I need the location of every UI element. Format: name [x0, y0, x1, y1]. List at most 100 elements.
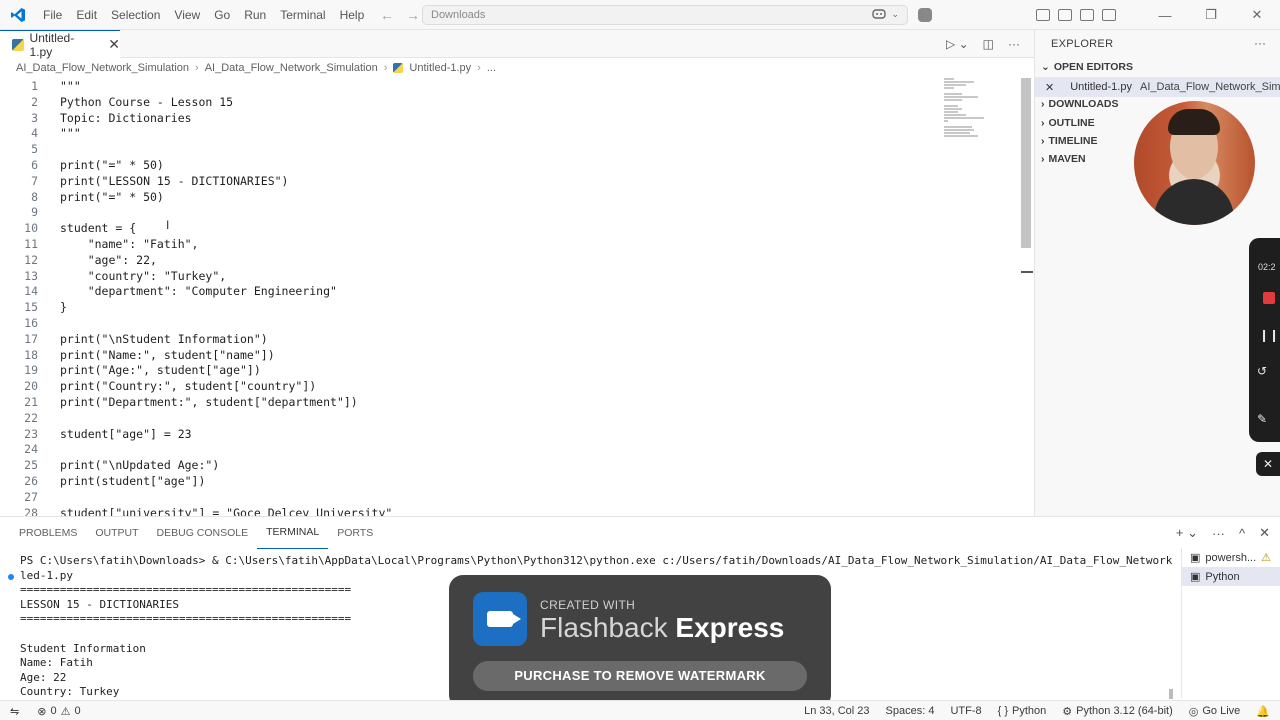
code-editor[interactable]: 1 """ 2 Python Course - Lesson 15 3 Topic: Di…: [0, 78, 1034, 516]
code-line[interactable]: 25 print("\nUpdated Age:"): [0, 457, 940, 473]
line-number: 27: [24, 489, 38, 504]
menu-terminal[interactable]: Terminal: [273, 0, 332, 30]
code-line[interactable]: 18 print("Name:", student["name"]): [0, 347, 940, 363]
go-live-button[interactable]: ◎ Go Live: [1189, 705, 1241, 718]
more-actions-icon[interactable]: ···: [1212, 526, 1225, 541]
menu-edit[interactable]: Edit: [69, 0, 104, 30]
tab-output[interactable]: OUTPUT: [86, 517, 147, 549]
split-editor-icon[interactable]: ◫: [983, 37, 994, 51]
line-number: 12: [24, 252, 38, 267]
code-line[interactable]: 21 print("Department:", student["departme…: [0, 394, 940, 410]
video-camera-icon: [473, 592, 527, 646]
menu-run[interactable]: Run: [237, 0, 273, 30]
cursor-position[interactable]: Ln 33, Col 23: [804, 705, 869, 717]
code-line[interactable]: 6 print("=" * 50): [0, 157, 940, 173]
back-arrow-icon[interactable]: ←: [380, 7, 394, 23]
pause-icon[interactable]: ❙❙: [1259, 328, 1279, 342]
chevron-down-icon[interactable]: ⌄: [891, 9, 899, 20]
code-line[interactable]: 16: [0, 315, 940, 331]
close-panel-icon[interactable]: ✕: [1259, 525, 1270, 541]
code-line[interactable]: 17 print("\nStudent Information"): [0, 331, 940, 347]
open-editor-item[interactable]: ✕ Untitled-1.py AI_Data_Flow_Network_Sim…: [1035, 77, 1280, 97]
notifications-bell-icon[interactable]: 🔔: [1256, 705, 1270, 718]
code-line[interactable]: 8 print("=" * 50): [0, 189, 940, 205]
menu-view[interactable]: View: [167, 0, 207, 30]
editor-scrollbar[interactable]: [1021, 78, 1031, 248]
code-line[interactable]: 22: [0, 410, 940, 426]
code-line[interactable]: 24: [0, 441, 940, 457]
section-outline[interactable]: › OUTLINE: [1041, 114, 1095, 132]
code-line[interactable]: 15}: [0, 299, 940, 315]
code-line[interactable]: 11 "name": "Fatih",: [0, 236, 940, 252]
tab-problems[interactable]: PROBLEMS: [10, 517, 86, 549]
code-line[interactable]: 10 student = {: [0, 220, 940, 236]
code-line[interactable]: 2 Python Course - Lesson 15: [0, 94, 940, 110]
menu-help[interactable]: Help: [333, 0, 372, 30]
code-line[interactable]: 20 print("Country:", student["country"]): [0, 378, 940, 394]
maximize-panel-icon[interactable]: ^: [1239, 526, 1245, 541]
purchase-button[interactable]: PURCHASE TO REMOVE WATERMARK: [473, 661, 807, 691]
code-line[interactable]: 3 Topic: Dictionaries: [0, 110, 940, 126]
minimap[interactable]: [944, 78, 994, 148]
copilot-icon[interactable]: ⌄: [871, 8, 899, 20]
tab-ports[interactable]: PORTS: [328, 517, 382, 549]
code-line[interactable]: 19 print("Age:", student["age"]): [0, 362, 940, 378]
code-line[interactable]: 28 student["university"] = "Goce Delcev U…: [0, 505, 940, 516]
more-actions-icon[interactable]: ···: [1254, 36, 1266, 50]
restart-icon[interactable]: ↺: [1257, 364, 1267, 378]
breadcrumb-folder-1[interactable]: AI_Data_Flow_Network_Simulation: [16, 62, 189, 74]
terminal-item-powershell[interactable]: ▣ powersh... ⚠: [1182, 548, 1280, 567]
problems-status[interactable]: ⊗ 0 ⚠ 0: [37, 705, 80, 718]
language-mode[interactable]: { } Python: [998, 705, 1047, 717]
menu-file[interactable]: File: [36, 0, 69, 30]
code-line[interactable]: 7 print("LESSON 15 - DICTIONARIES"): [0, 173, 940, 189]
encoding[interactable]: UTF-8: [950, 705, 981, 717]
menu-selection[interactable]: Selection: [104, 0, 167, 30]
code-line[interactable]: 4 """: [0, 125, 940, 141]
menu-go[interactable]: Go: [207, 0, 237, 30]
new-terminal-icon[interactable]: + ⌄: [1176, 525, 1198, 541]
breadcrumb-folder-2[interactable]: AI_Data_Flow_Network_Simulation: [205, 62, 378, 74]
close-tab-icon[interactable]: ✕: [108, 36, 120, 53]
code-line[interactable]: 9: [0, 204, 940, 220]
code-line[interactable]: 1 """: [0, 78, 940, 94]
close-editor-icon[interactable]: ✕: [1045, 81, 1054, 94]
command-center-search[interactable]: Downloads ⌄: [422, 5, 908, 25]
section-timeline[interactable]: › TIMELINE: [1041, 132, 1098, 150]
code-line[interactable]: 5: [0, 141, 940, 157]
python-interpreter[interactable]: ⚙ Python 3.12 (64-bit): [1062, 705, 1173, 718]
toggle-primary-sidebar-icon[interactable]: [1058, 9, 1072, 21]
section-maven[interactable]: › MAVEN: [1041, 150, 1086, 168]
tab-untitled-1[interactable]: Untitled-1.py ✕: [0, 30, 120, 59]
code-line[interactable]: 23 student["age"] = 23: [0, 426, 940, 442]
minimize-icon[interactable]: —: [1142, 0, 1188, 30]
toggle-panel-icon[interactable]: [1080, 9, 1094, 21]
close-window-icon[interactable]: ✕: [1234, 0, 1280, 30]
section-downloads[interactable]: › DOWNLOADS: [1041, 95, 1119, 113]
indentation[interactable]: Spaces: 4: [886, 705, 935, 717]
breadcrumb-symbol[interactable]: ...: [487, 62, 496, 74]
section-open-editors[interactable]: ⌄ OPEN EDITORS: [1041, 58, 1133, 76]
code-line[interactable]: 12 "age": 22,: [0, 252, 940, 268]
code-line[interactable]: 26 print(student["age"]): [0, 473, 940, 489]
breadcrumb-file[interactable]: Untitled-1.py: [409, 62, 471, 74]
tab-debug-console[interactable]: DEBUG CONSOLE: [148, 517, 258, 549]
terminal-scrollbar[interactable]: [1169, 689, 1173, 699]
restore-icon[interactable]: ❐: [1188, 0, 1234, 30]
terminal-item-python[interactable]: ▣ Python: [1182, 567, 1280, 586]
pen-icon[interactable]: ✎: [1257, 412, 1267, 426]
run-python-icon[interactable]: ▷ ⌄: [946, 37, 969, 51]
accounts-shield-icon[interactable]: [918, 8, 932, 22]
close-recorder-icon[interactable]: ✕: [1256, 452, 1280, 476]
tab-terminal[interactable]: TERMINAL: [257, 517, 329, 549]
stop-recording-icon[interactable]: [1263, 292, 1275, 304]
code-line[interactable]: 14 "department": "Computer Engineering": [0, 283, 940, 299]
code-text: print("Age:", student["age"]): [60, 363, 261, 378]
remote-icon[interactable]: ⇋: [10, 705, 19, 718]
code-line[interactable]: 27: [0, 489, 940, 505]
customize-layout-icon[interactable]: [1036, 9, 1050, 21]
forward-arrow-icon[interactable]: →: [406, 7, 420, 23]
toggle-secondary-sidebar-icon[interactable]: [1102, 9, 1116, 21]
code-line[interactable]: 13 "country": "Turkey",: [0, 268, 940, 284]
more-actions-icon[interactable]: ···: [1008, 37, 1020, 51]
